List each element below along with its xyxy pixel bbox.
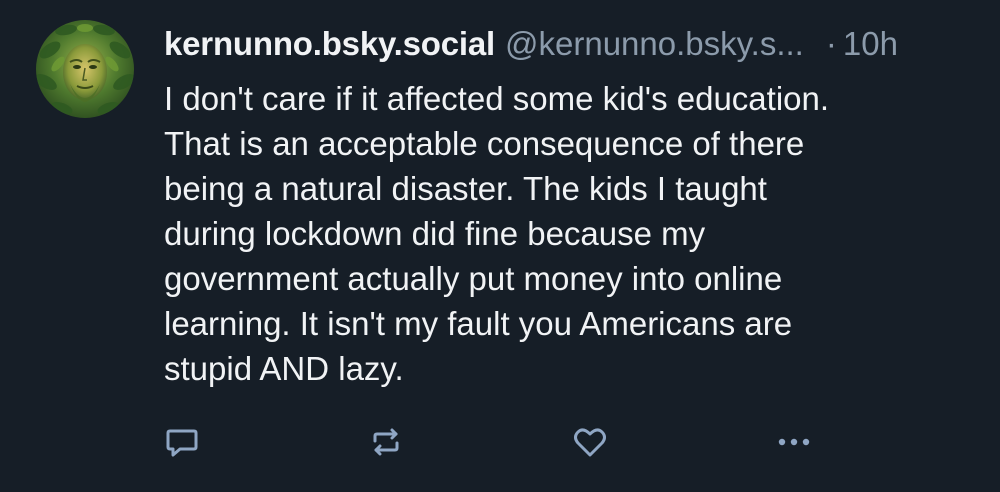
- post-actions: [160, 420, 820, 464]
- repost-button[interactable]: [364, 420, 408, 464]
- post-text: I don't care if it affected some kid's e…: [164, 80, 830, 387]
- post-card[interactable]: kernunno.bsky.social @kernunno.bsky.s...…: [0, 0, 1000, 492]
- post-timestamp[interactable]: 10h: [843, 18, 898, 70]
- avatar-image: [36, 20, 134, 118]
- author-handle[interactable]: @kernunno.bsky.s...: [505, 18, 804, 70]
- meta-separator: ·: [825, 25, 837, 62]
- reply-icon: [166, 429, 198, 457]
- more-options-button[interactable]: [772, 420, 816, 464]
- more-options-icon: [778, 438, 810, 446]
- like-icon: [574, 428, 606, 457]
- author-display-name[interactable]: kernunno.bsky.social: [164, 18, 495, 70]
- like-button[interactable]: [568, 420, 612, 464]
- post-content: kernunno.bsky.social @kernunno.bsky.s...…: [164, 18, 964, 391]
- post-header: kernunno.bsky.social @kernunno.bsky.s...…: [164, 18, 964, 70]
- repost-icon: [373, 428, 399, 456]
- avatar[interactable]: [36, 20, 134, 118]
- reply-button[interactable]: [160, 420, 204, 464]
